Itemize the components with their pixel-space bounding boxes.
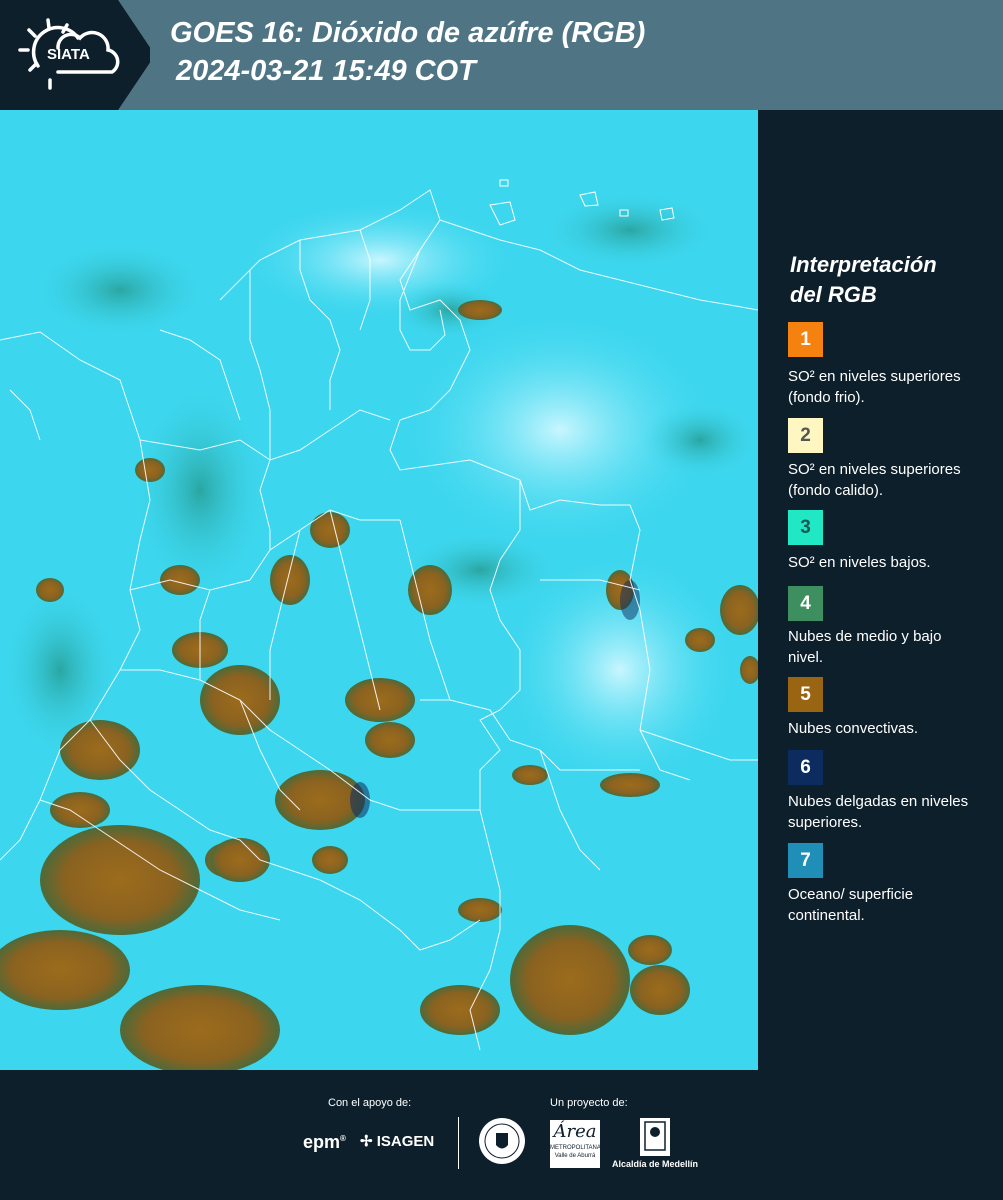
legend-number-4: 4: [800, 592, 811, 614]
isagen-icon: ✢: [360, 1133, 373, 1150]
page-title: GOES 16: Dióxido de azúfre (RGB): [170, 17, 646, 49]
legend-swatch-7: 7: [788, 843, 823, 878]
legend-number-6: 6: [800, 756, 811, 778]
header-bar: SIATA GOES 16: Dióxido de azúfre (RGB) 2…: [0, 0, 1003, 110]
legend-swatch-2: 2: [788, 418, 823, 453]
legend-panel: Interpretación del RGB 1 SO² en niveles …: [760, 110, 1003, 1070]
legend-swatch-3: 3: [788, 510, 823, 545]
legend-label-6: Nubes delgadas en niveles superiores.: [788, 793, 969, 831]
area-logo-sub2: Valle de Aburrá: [554, 1153, 596, 1159]
legend-title-line1: Interpretación: [790, 252, 937, 277]
project-label: Un proyecto de:: [550, 1097, 628, 1109]
page-timestamp: 2024-03-21 15:49 COT: [176, 55, 476, 87]
medellin-seal: [477, 1116, 527, 1171]
isagen-logo-text: ISAGEN: [376, 1133, 435, 1150]
logo-text: SIATA: [47, 46, 90, 63]
support-label: Con el apoyo de:: [328, 1097, 412, 1109]
legend-number-1: 1: [800, 328, 811, 350]
legend-title: Interpretación del RGB: [790, 250, 937, 310]
satellite-image: [0, 110, 758, 1070]
area-logo-text: Área: [553, 1121, 597, 1142]
epm-logo-text: epm: [303, 1132, 341, 1152]
legend-swatch-1: 1: [788, 322, 823, 357]
legend-swatch-5: 5: [788, 677, 823, 712]
legend-label-2: SO² en niveles superiores (fondo calido)…: [788, 461, 961, 499]
footer-divider: [458, 1117, 459, 1169]
legend-title-line2: del RGB: [790, 282, 877, 307]
legend-number-7: 7: [800, 849, 811, 871]
alcaldia-crest: [640, 1118, 670, 1156]
legend-label-5: Nubes convectivas.: [788, 720, 919, 737]
legend-number-3: 3: [800, 516, 811, 538]
alcaldia-label: Alcaldía de Medellín: [612, 1159, 699, 1169]
footer: Con el apoyo de: Un proyecto de: epm® ✢ …: [0, 1070, 1003, 1200]
legend-label-7: Oceano/ superficie continental.: [788, 886, 914, 924]
isagen-logo: ✢ ISAGEN: [360, 1132, 434, 1150]
legend-label-4: Nubes de medio y bajo nivel.: [788, 628, 942, 666]
legend-number-5: 5: [800, 683, 811, 705]
satellite-map: [0, 110, 758, 1070]
epm-logo: epm®: [303, 1132, 346, 1152]
area-logo-sub1: METROPOLITANA: [550, 1145, 601, 1151]
legend-number-2: 2: [800, 424, 811, 446]
siata-logo: SIATA: [0, 0, 150, 110]
area-metropolitana-logo: Área METROPOLITANA Valle de Aburrá: [550, 1120, 601, 1168]
legend-swatch-4: 4: [788, 586, 823, 621]
legend-swatch-6: 6: [788, 750, 823, 785]
legend-label-3: SO² en niveles bajos.: [788, 554, 931, 571]
legend-label-1: SO² en niveles superiores (fondo frio).: [788, 368, 961, 406]
